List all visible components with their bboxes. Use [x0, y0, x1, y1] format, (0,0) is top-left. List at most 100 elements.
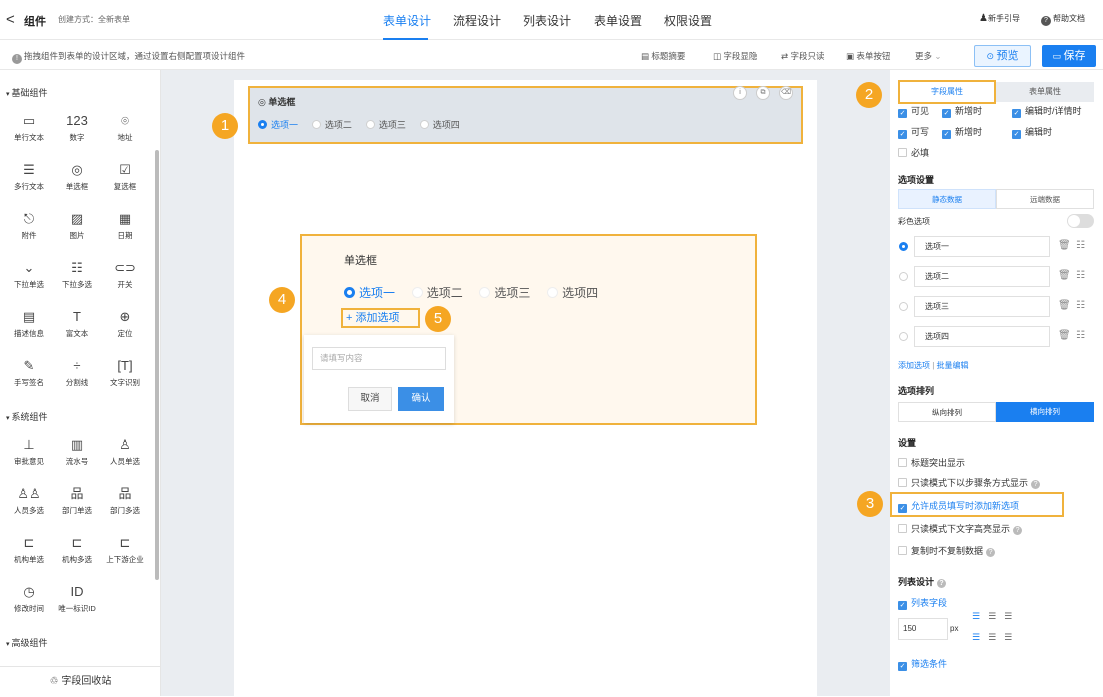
- basic-component[interactable]: ◎ 单选框: [52, 161, 102, 192]
- tab-form-props[interactable]: 表单属性: [996, 82, 1094, 102]
- title-summary-button[interactable]: ▤ 标题摘要: [641, 50, 685, 62]
- width-input[interactable]: 150: [898, 618, 948, 640]
- color-option-toggle[interactable]: [1067, 214, 1094, 228]
- system-component[interactable]: ◷ 修改时间: [4, 583, 54, 614]
- align-center-icon[interactable]: ☰: [988, 632, 1004, 642]
- title-highlight-check[interactable]: 标题突出显示: [898, 458, 965, 468]
- option-row-input[interactable]: 选项一: [914, 236, 1050, 257]
- system-component[interactable]: 品部门单选: [52, 485, 102, 516]
- option-2[interactable]: 选项二: [311, 120, 352, 130]
- add-option-link[interactable]: 添加选项: [898, 361, 930, 370]
- save-button[interactable]: ▭ 保存: [1042, 45, 1096, 67]
- add-option-link[interactable]: + 添加选项: [341, 308, 420, 328]
- zoom-option-3[interactable]: 选项三: [479, 286, 530, 300]
- tab-permission-settings[interactable]: 权限设置: [664, 12, 712, 29]
- basic-component[interactable]: ⊂⊃ 开关: [100, 259, 150, 290]
- system-component[interactable]: ▥ 流水号: [52, 436, 102, 467]
- option-4[interactable]: 选项四: [419, 120, 460, 130]
- system-component[interactable]: 品部门多选: [100, 485, 150, 516]
- basic-component[interactable]: ☑ 复选框: [100, 161, 150, 192]
- tab-form-design[interactable]: 表单设计: [383, 12, 431, 29]
- tab-vertical[interactable]: 纵向排列: [898, 402, 996, 422]
- system-component[interactable]: ⊏ 上下游企业: [100, 534, 150, 565]
- align-right-icon[interactable]: ☰: [1004, 611, 1020, 621]
- readonly-highlight-check[interactable]: 只读模式下文字高亮显示?: [898, 524, 1023, 535]
- copy-icon[interactable]: ⧉: [756, 86, 770, 100]
- option-row-input[interactable]: 选项四: [914, 326, 1050, 347]
- basic-component[interactable]: ÷ 分割线: [52, 357, 102, 388]
- back-arrow-icon[interactable]: <: [6, 11, 15, 28]
- drag-handle-icon[interactable]: ☷: [1076, 330, 1085, 341]
- trash-icon[interactable]: 🗑: [1058, 330, 1071, 341]
- drag-handle-icon[interactable]: ☷: [1076, 300, 1085, 311]
- no-copy-data-check[interactable]: 复制时不复制数据?: [898, 546, 996, 557]
- align-left-icon[interactable]: ☰: [972, 611, 988, 621]
- option-row-input[interactable]: 选项三: [914, 296, 1050, 317]
- section-basic[interactable]: ▾ 基础组件: [6, 86, 47, 99]
- tab-form-settings[interactable]: 表单设置: [594, 12, 642, 29]
- option-1[interactable]: 选项一: [258, 120, 298, 130]
- drag-handle-icon[interactable]: ☷: [1076, 240, 1085, 251]
- tab-list-design[interactable]: 列表设计: [523, 12, 571, 29]
- help-link[interactable]: ? 帮助文档: [1041, 13, 1085, 26]
- required-check[interactable]: 必填: [898, 148, 929, 158]
- new-option-input[interactable]: 请填写内容: [312, 347, 446, 370]
- basic-component[interactable]: ⌄ 下拉单选: [4, 259, 54, 290]
- align-center-icon[interactable]: ☰: [988, 611, 1004, 621]
- cancel-button[interactable]: 取消: [348, 387, 392, 411]
- info-icon[interactable]: i: [733, 86, 747, 100]
- preview-button[interactable]: ⊙ 预览: [974, 45, 1031, 67]
- form-buttons-button[interactable]: ▣ 表单按钮: [846, 50, 890, 62]
- tab-horizontal[interactable]: 横向排列: [996, 402, 1094, 422]
- basic-component[interactable]: T 富文本: [52, 308, 102, 339]
- basic-component[interactable]: ▤ 描述信息: [4, 308, 54, 339]
- section-advanced[interactable]: ▾ 高级组件: [6, 636, 47, 649]
- system-component[interactable]: ⊥ 审批意见: [4, 436, 54, 467]
- visible-check[interactable]: ✓ 可见: [898, 106, 929, 118]
- basic-component[interactable]: ☰ 多行文本: [4, 161, 54, 192]
- default-radio[interactable]: [899, 302, 908, 311]
- more-dropdown[interactable]: 更多 ⌄: [915, 50, 942, 62]
- basic-component[interactable]: [T] 文字识别: [100, 357, 150, 388]
- field-visibility-button[interactable]: ◫ 字段显隐: [713, 50, 757, 62]
- writable-check[interactable]: ✓ 可写: [898, 127, 929, 139]
- trash-icon[interactable]: 🗑: [1058, 300, 1071, 311]
- basic-component[interactable]: 123 数字: [52, 112, 102, 143]
- allow-add-option-check[interactable]: ✓ 允许成员填写时添加新选项: [898, 501, 1019, 513]
- tab-flow-design[interactable]: 流程设计: [453, 12, 501, 29]
- option-3[interactable]: 选项三: [365, 120, 406, 130]
- basic-component[interactable]: ▭ 单行文本: [4, 112, 54, 143]
- basic-component[interactable]: ⎋ 附件: [4, 210, 54, 241]
- recycle-bin-button[interactable]: ♲ 字段回收站: [0, 666, 161, 696]
- tab-field-props[interactable]: 字段属性: [898, 80, 996, 104]
- system-component[interactable]: ⊏ 机构单选: [4, 534, 54, 565]
- system-component[interactable]: ID 唯一标识ID: [52, 583, 102, 614]
- trash-icon[interactable]: 🗑: [1058, 240, 1071, 251]
- default-radio[interactable]: [899, 242, 908, 251]
- visible-create-check[interactable]: ✓ 新增时: [942, 106, 982, 118]
- basic-component[interactable]: ▨ 图片: [52, 210, 102, 241]
- basic-component[interactable]: ⌾ 地址: [100, 112, 150, 143]
- zoom-option-2[interactable]: 选项二: [411, 286, 463, 300]
- system-component[interactable]: ♙♙ 人员多选: [4, 485, 54, 516]
- system-component[interactable]: ⊏ 机构多选: [52, 534, 102, 565]
- list-field-check[interactable]: ✓ 列表字段: [898, 598, 947, 610]
- field-readonly-button[interactable]: ⇄ 字段只读: [781, 50, 825, 62]
- default-radio[interactable]: [899, 332, 908, 341]
- basic-component[interactable]: ▦ 日期: [100, 210, 150, 241]
- confirm-button[interactable]: 确认: [398, 387, 444, 411]
- zoom-option-1[interactable]: 选项一: [344, 286, 395, 300]
- align-right-icon[interactable]: ☰: [1004, 632, 1020, 642]
- zoom-option-4[interactable]: 选项四: [547, 286, 598, 300]
- batch-edit-link[interactable]: 批量编辑: [937, 361, 969, 370]
- drag-handle-icon[interactable]: ☷: [1076, 270, 1085, 281]
- delete-icon[interactable]: ⌫: [779, 86, 793, 100]
- guide-link[interactable]: ♟新手引导: [979, 13, 1020, 24]
- basic-component[interactable]: ✎ 手写签名: [4, 357, 54, 388]
- trash-icon[interactable]: 🗑: [1058, 270, 1071, 281]
- visible-edit-check[interactable]: ✓ 编辑时/详情时: [1012, 106, 1082, 118]
- filter-condition-check[interactable]: ✓ 筛选条件: [898, 659, 947, 671]
- tab-static-data[interactable]: 静态数据: [898, 189, 996, 209]
- basic-component[interactable]: ☷ 下拉多选: [52, 259, 102, 290]
- default-radio[interactable]: [899, 272, 908, 281]
